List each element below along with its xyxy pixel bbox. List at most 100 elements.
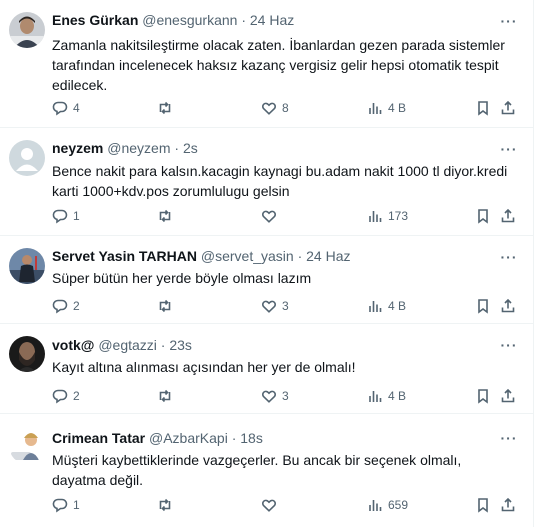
tweet-text: Zamanla nakitsileştirme olacak zaten. İb… — [52, 37, 505, 93]
timestamp[interactable]: 2s — [183, 140, 198, 156]
share-button[interactable] — [500, 98, 516, 118]
tweet-header: Servet Yasin TARHAN @servet_yasin · 24 H… — [52, 247, 494, 265]
reply-icon — [52, 498, 68, 513]
reply-button[interactable]: 1 — [52, 495, 80, 515]
share-button[interactable] — [500, 296, 516, 316]
action-bar: 1 173 — [44, 206, 520, 226]
like-icon — [262, 210, 276, 223]
tweet[interactable]: Crimean Tatar @AzbarKapi · 18s ··· Müşte… — [0, 414, 534, 527]
user-handle[interactable]: @egtazzi — [98, 337, 157, 353]
repost-button[interactable] — [157, 206, 178, 226]
separator-dot: · — [174, 140, 180, 156]
like-button[interactable] — [261, 495, 282, 515]
more-icon[interactable]: ··· — [500, 248, 518, 266]
user-handle[interactable]: @neyzem — [107, 140, 170, 156]
like-count: 8 — [282, 101, 289, 115]
more-icon[interactable]: ··· — [500, 336, 518, 354]
reply-button[interactable]: 2 — [52, 386, 80, 406]
views-count: 659 — [388, 498, 409, 512]
avatar[interactable] — [9, 428, 45, 464]
display-name[interactable]: Crimean Tatar — [52, 430, 145, 446]
action-bar: 2 3 4 B — [44, 296, 520, 316]
like-icon — [262, 499, 276, 512]
tweet-header: Enes Gürkan @enesgurkann · 24 Haz — [52, 11, 494, 29]
repost-button[interactable] — [157, 386, 178, 406]
views-button[interactable]: 4 B — [367, 386, 406, 406]
views-button[interactable]: 659 — [367, 495, 408, 515]
bookmark-button[interactable] — [475, 296, 491, 316]
repost-icon — [159, 498, 171, 512]
views-count: 4 B — [388, 389, 407, 403]
tweet[interactable]: Servet Yasin TARHAN @servet_yasin · 24 H… — [0, 236, 534, 324]
timestamp[interactable]: 18s — [240, 430, 263, 446]
tweet[interactable]: neyzem @neyzem · 2s ··· Bence nakit para… — [0, 128, 534, 236]
views-icon — [369, 211, 382, 222]
share-icon — [501, 298, 515, 313]
views-count: 4 B — [388, 101, 407, 115]
action-bar: 1 659 — [44, 495, 520, 515]
avatar[interactable] — [9, 248, 45, 284]
bookmark-button[interactable] — [475, 495, 491, 515]
share-button[interactable] — [500, 206, 516, 226]
avatar[interactable] — [9, 12, 45, 48]
bookmark-button[interactable] — [475, 206, 491, 226]
like-count: 3 — [282, 299, 289, 313]
tweet-header: votk@ @egtazzi · 23s — [52, 336, 494, 354]
reply-count: 4 — [73, 101, 80, 115]
avatar[interactable] — [9, 140, 45, 176]
repost-button[interactable] — [157, 98, 178, 118]
bookmark-icon — [478, 209, 488, 224]
reply-button[interactable]: 1 — [52, 206, 80, 226]
share-button[interactable] — [500, 495, 516, 515]
display-name[interactable]: votk@ — [52, 337, 94, 353]
timestamp[interactable]: 24 Haz — [250, 12, 294, 28]
separator-dot: · — [231, 430, 237, 446]
share-icon — [501, 388, 515, 403]
like-button[interactable]: 8 — [261, 98, 289, 118]
tweet-header: Crimean Tatar @AzbarKapi · 18s — [52, 429, 494, 447]
like-button[interactable] — [261, 206, 282, 226]
timestamp[interactable]: 24 Haz — [306, 248, 350, 264]
bookmark-button[interactable] — [475, 98, 491, 118]
avatar[interactable] — [9, 336, 45, 372]
reply-button[interactable]: 4 — [52, 98, 80, 118]
display-name[interactable]: Enes Gürkan — [52, 12, 138, 28]
share-button[interactable] — [500, 386, 516, 406]
more-icon[interactable]: ··· — [500, 140, 518, 158]
display-name[interactable]: Servet Yasin TARHAN — [52, 248, 197, 264]
display-name[interactable]: neyzem — [52, 140, 103, 156]
timestamp[interactable]: 23s — [169, 337, 192, 353]
views-button[interactable]: 4 B — [367, 98, 406, 118]
more-icon[interactable]: ··· — [500, 429, 518, 447]
tweet-header: neyzem @neyzem · 2s — [52, 139, 494, 157]
bookmark-icon — [478, 299, 488, 314]
tweet-text: Süper bütün her yerde böyle olması lazım — [52, 270, 312, 286]
repost-button[interactable] — [157, 296, 178, 316]
bookmark-icon — [478, 498, 488, 513]
action-bar: 2 3 4 B — [44, 386, 520, 406]
tweet[interactable]: votk@ @egtazzi · 23s ··· Kayıt altına al… — [0, 324, 534, 414]
views-icon — [369, 301, 382, 312]
repost-icon — [159, 389, 171, 403]
views-count: 173 — [388, 209, 409, 223]
views-button[interactable]: 173 — [367, 206, 408, 226]
user-handle[interactable]: @servet_yasin — [201, 248, 294, 264]
bookmark-button[interactable] — [475, 386, 491, 406]
reply-icon — [52, 209, 68, 224]
action-bar: 4 8 4 B — [44, 98, 520, 118]
share-icon — [501, 497, 515, 512]
like-button[interactable]: 3 — [261, 386, 289, 406]
repost-button[interactable] — [157, 495, 178, 515]
views-icon — [369, 500, 382, 511]
repost-icon — [159, 101, 171, 115]
views-button[interactable]: 4 B — [367, 296, 406, 316]
user-handle[interactable]: @AzbarKapi — [149, 430, 228, 446]
more-icon[interactable]: ··· — [500, 12, 518, 30]
reply-button[interactable]: 2 — [52, 296, 80, 316]
user-handle[interactable]: @enesgurkann — [142, 12, 237, 28]
views-count: 4 B — [388, 299, 407, 313]
like-button[interactable]: 3 — [261, 296, 289, 316]
repost-icon — [159, 299, 171, 313]
views-icon — [369, 103, 382, 114]
tweet[interactable]: Enes Gürkan @enesgurkann · 24 Haz ··· Za… — [0, 0, 534, 128]
